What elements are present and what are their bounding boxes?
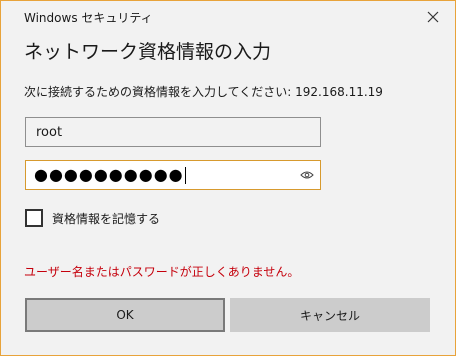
title-bar: Windows セキュリティ	[1, 1, 455, 31]
close-icon	[427, 11, 439, 23]
dialog-prompt: 次に接続するための資格情報を入力してください: 192.168.11.19	[24, 85, 383, 99]
dialog-heading: ネットワーク資格情報の入力	[24, 41, 272, 63]
ok-button[interactable]: OK	[25, 298, 225, 332]
error-message: ユーザー名またはパスワードが正しくありません。	[24, 265, 300, 279]
remember-credentials-label: 資格情報を記憶する	[52, 211, 161, 226]
eye-icon	[300, 171, 314, 179]
close-button[interactable]	[417, 5, 449, 29]
remember-credentials-row[interactable]: 資格情報を記憶する	[25, 209, 160, 227]
credential-dialog: Windows セキュリティ ネットワーク資格情報の入力 次に接続するための資格…	[1, 1, 455, 355]
reveal-password-button[interactable]	[300, 169, 314, 181]
cancel-button[interactable]: キャンセル	[230, 298, 430, 332]
username-value: root	[36, 124, 63, 140]
password-field[interactable]: ●●●●●●●●●●	[25, 160, 321, 190]
remember-credentials-checkbox[interactable]	[25, 209, 43, 227]
password-masked-value: ●●●●●●●●●●	[34, 164, 186, 184]
username-field[interactable]: root	[25, 117, 321, 147]
window-title: Windows セキュリティ	[24, 11, 153, 25]
